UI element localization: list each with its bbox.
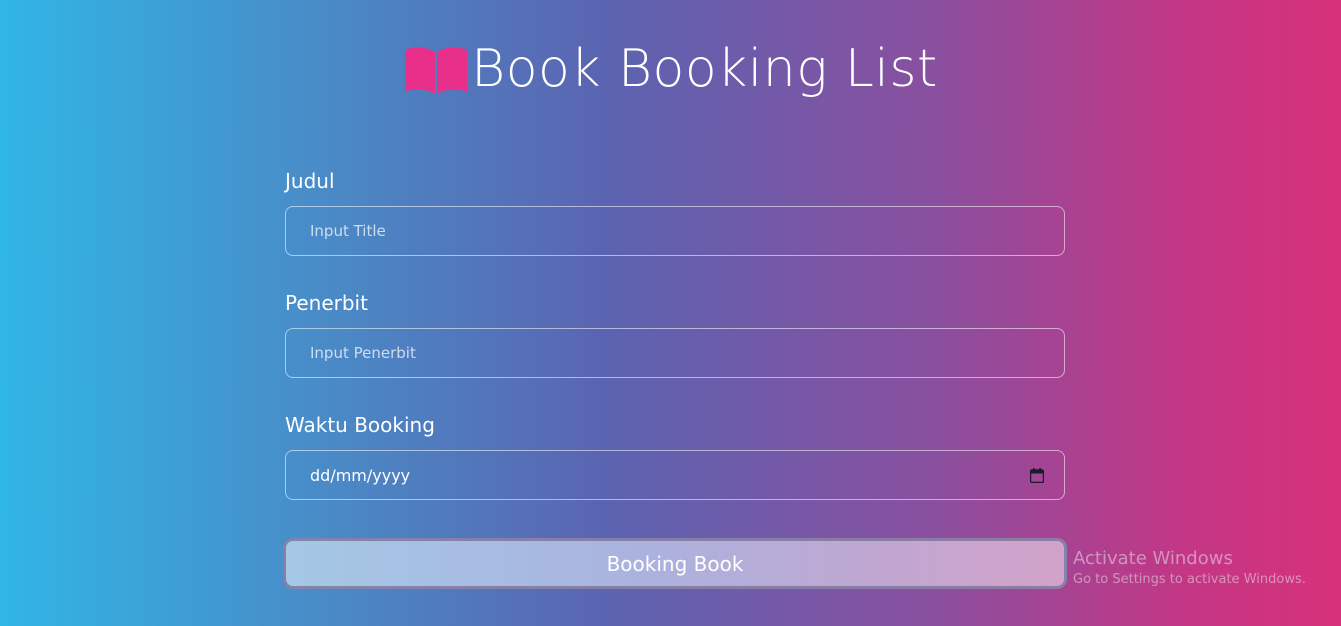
activate-windows-watermark: Activate Windows Go to Settings to activ… — [1073, 548, 1306, 590]
booking-date-placeholder: dd/mm/yyyy — [310, 465, 411, 485]
title-label: Judul — [285, 169, 335, 193]
publisher-input[interactable]: Input Penerbit — [285, 328, 1065, 378]
publisher-label: Penerbit — [285, 291, 368, 315]
title-input[interactable]: Input Title — [285, 206, 1065, 256]
booking-date-label: Waktu Booking — [285, 413, 435, 437]
booking-book-button[interactable]: Booking Book — [283, 538, 1067, 589]
page-header: Book Booking List — [0, 42, 1341, 96]
publisher-input-placeholder: Input Penerbit — [310, 344, 416, 362]
watermark-title: Activate Windows — [1073, 548, 1233, 569]
calendar-icon[interactable] — [1030, 467, 1044, 483]
booking-date-input[interactable]: dd/mm/yyyy — [285, 450, 1065, 500]
open-book-icon — [405, 47, 468, 94]
publisher-field-group: Penerbit Input Penerbit — [285, 290, 1065, 412]
page-title: Book Booking List — [471, 39, 938, 99]
booking-date-field-group: Waktu Booking dd/mm/yyyy — [285, 412, 1065, 534]
title-field-group: Judul Input Title — [285, 168, 1065, 290]
booking-form: Judul Input Title Penerbit Input Penerbi… — [285, 168, 1065, 534]
watermark-subtitle: Go to Settings to activate Windows. — [1073, 572, 1306, 587]
title-input-placeholder: Input Title — [310, 222, 386, 240]
